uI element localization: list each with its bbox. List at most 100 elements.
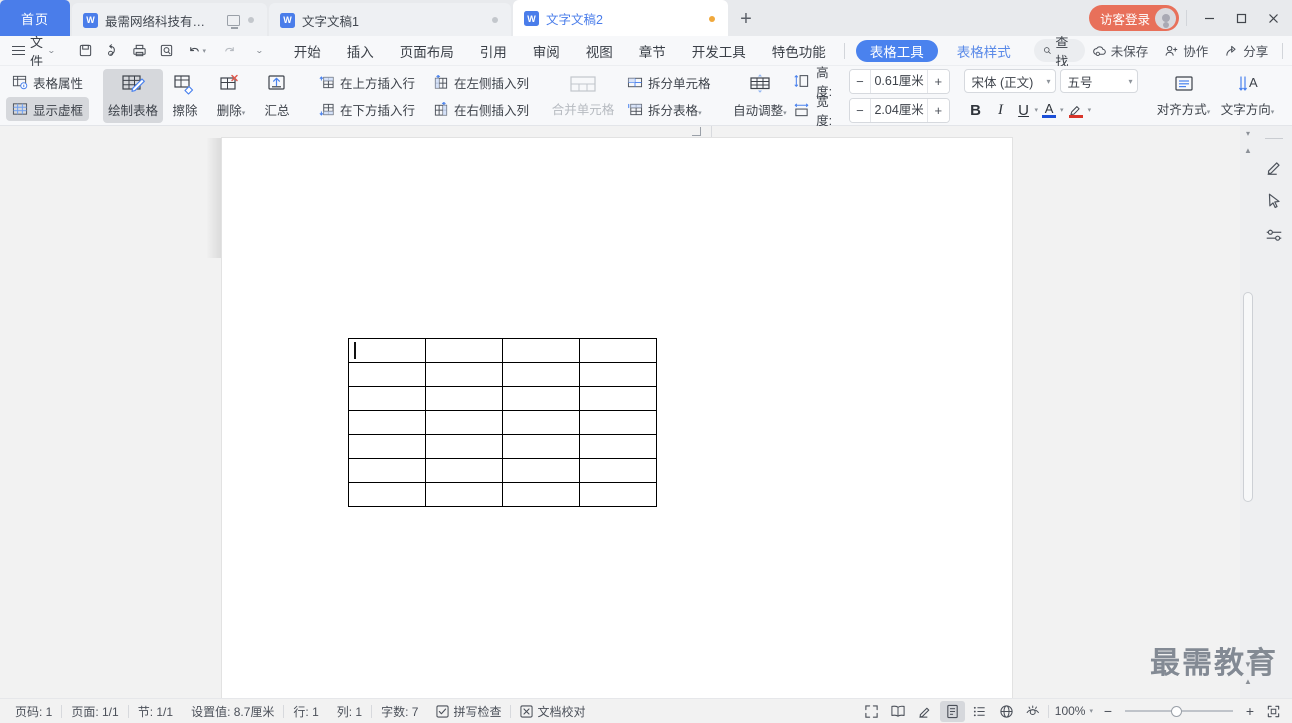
increment-button[interactable]: + (928, 98, 949, 122)
col-width-value[interactable]: 2.04厘米 (870, 98, 929, 122)
zoom-in-button[interactable]: + (1241, 702, 1259, 720)
split-view-icon[interactable]: ▾ (1240, 126, 1256, 140)
settings-sliders-icon[interactable] (1259, 219, 1289, 251)
table-cell[interactable] (579, 410, 657, 435)
zoom-level-button[interactable]: 100% ▾ (1051, 704, 1097, 718)
table-row[interactable] (348, 386, 657, 411)
status-word-count[interactable]: 字数: 7 (372, 703, 427, 720)
pen-edit-icon[interactable] (1259, 151, 1289, 183)
status-line[interactable]: 行: 1 (284, 703, 327, 720)
table-cell[interactable] (502, 362, 580, 387)
new-tab-button[interactable]: + (728, 3, 764, 36)
table-cell[interactable] (579, 434, 657, 459)
summary-button[interactable]: 汇总 (255, 69, 299, 123)
split-table-button[interactable]: 拆分表格▾ (621, 97, 717, 121)
italic-button[interactable]: I (989, 98, 1013, 122)
table-cell[interactable] (425, 362, 503, 387)
table-row[interactable] (348, 362, 657, 387)
chevron-down-icon[interactable]: ▾ (1060, 106, 1064, 114)
status-page-number[interactable]: 页码: 1 (6, 703, 61, 720)
table-row[interactable] (348, 338, 657, 363)
table-cell[interactable] (348, 434, 426, 459)
search-button[interactable]: 查找 (1033, 35, 1085, 69)
insert-col-left-button[interactable]: 在左侧插入列 (427, 70, 535, 94)
decrement-button[interactable]: − (849, 69, 871, 93)
show-gridlines-button[interactable]: 显示虚框 (6, 97, 90, 121)
delete-table-button[interactable]: 删除▾ (207, 69, 255, 123)
menu-tab-special-features[interactable]: 特色功能 (759, 39, 839, 63)
menu-tab-start[interactable]: 开始 (281, 39, 334, 63)
row-height-spinner[interactable]: − 0.61厘米 + (848, 68, 950, 94)
maximize-button[interactable] (1226, 0, 1256, 36)
table-cell[interactable] (502, 338, 580, 363)
table-cell[interactable] (348, 386, 426, 411)
insert-row-below-button[interactable]: 在下方插入行 (313, 97, 421, 121)
status-section[interactable]: 节: 1/1 (129, 703, 182, 720)
status-setting-value[interactable]: 设置值: 8.7厘米 (182, 703, 283, 720)
table-cell[interactable] (425, 458, 503, 483)
zoom-out-button[interactable]: − (1099, 702, 1117, 720)
document-tab-3[interactable]: W 文字文稿2 (513, 0, 728, 36)
undo-icon[interactable]: ▾ (181, 39, 213, 63)
highlight-button[interactable] (1065, 98, 1087, 122)
status-column[interactable]: 列: 1 (328, 703, 371, 720)
table-cell[interactable] (425, 434, 503, 459)
minimize-button[interactable] (1194, 0, 1224, 36)
increment-button[interactable]: + (928, 69, 949, 93)
print-icon[interactable] (127, 39, 153, 63)
book-view-icon[interactable] (886, 701, 911, 722)
unsaved-dot-icon[interactable] (709, 15, 715, 22)
status-spellcheck[interactable]: 拼写检查 (427, 703, 510, 720)
status-proofread[interactable]: 文档校对 (511, 703, 594, 720)
menu-tab-table-styles[interactable]: 表格样式 (944, 39, 1024, 63)
file-menu-button[interactable]: 文件 ⌄ (6, 35, 63, 69)
edit-pen-icon[interactable] (913, 701, 938, 722)
table-cell[interactable] (579, 362, 657, 387)
document-table[interactable] (348, 338, 657, 507)
alignment-button[interactable]: 对齐方式▾ (1152, 69, 1216, 123)
table-cell[interactable] (502, 458, 580, 483)
menu-tab-view[interactable]: 视图 (573, 39, 626, 63)
table-cell[interactable] (579, 338, 657, 363)
menu-tab-section[interactable]: 章节 (626, 39, 679, 63)
table-cell[interactable] (348, 338, 426, 363)
table-properties-button[interactable]: 表格属性 (6, 70, 89, 94)
draw-table-button[interactable]: 绘制表格 (103, 68, 164, 123)
redo-icon[interactable] (214, 39, 246, 63)
table-cell[interactable] (502, 482, 580, 507)
close-dot-icon[interactable] (492, 17, 498, 23)
font-color-button[interactable]: A (1039, 98, 1059, 122)
unsaved-status[interactable]: 未保存 (1085, 39, 1156, 63)
table-row[interactable] (348, 410, 657, 435)
cast-icon[interactable] (227, 14, 240, 29)
table-cell[interactable] (502, 386, 580, 411)
font-family-select[interactable]: 宋体 (正文) ▾ (963, 69, 1056, 93)
table-cell[interactable] (502, 410, 580, 435)
ruler[interactable] (222, 126, 1012, 138)
table-row[interactable] (348, 434, 657, 459)
zoom-slider[interactable] (1125, 703, 1233, 719)
scroll-down-arrow[interactable]: ▼ (1240, 656, 1256, 672)
table-cell[interactable] (425, 410, 503, 435)
row-height-value[interactable]: 0.61厘米 (870, 69, 929, 93)
font-size-select[interactable]: 五号 ▾ (1059, 69, 1138, 93)
chevron-down-icon[interactable]: ▾ (1035, 106, 1039, 114)
close-button[interactable] (1258, 0, 1288, 36)
share-button[interactable]: 分享 (1217, 39, 1275, 63)
page-view-icon[interactable] (939, 700, 965, 722)
menu-tab-references[interactable]: 引用 (467, 39, 520, 63)
table-cell[interactable] (348, 458, 426, 483)
table-cell[interactable] (425, 338, 503, 363)
table-row[interactable] (348, 482, 657, 507)
table-row[interactable] (348, 458, 657, 483)
menu-tab-insert[interactable]: 插入 (334, 39, 387, 63)
autofit-button[interactable]: 自动调整▾ (731, 69, 790, 123)
menu-tab-page-layout[interactable]: 页面布局 (387, 39, 467, 63)
menu-tab-table-tools[interactable]: 表格工具 (855, 39, 938, 62)
table-cell[interactable] (579, 482, 657, 507)
underline-button[interactable]: U (1014, 98, 1034, 122)
fullscreen-icon[interactable] (859, 701, 884, 722)
login-button[interactable]: 访客登录 (1088, 5, 1179, 31)
document-tab-2[interactable]: W 文字文稿1 (269, 3, 511, 36)
text-direction-button[interactable]: A 文字方向▾ (1216, 69, 1280, 123)
